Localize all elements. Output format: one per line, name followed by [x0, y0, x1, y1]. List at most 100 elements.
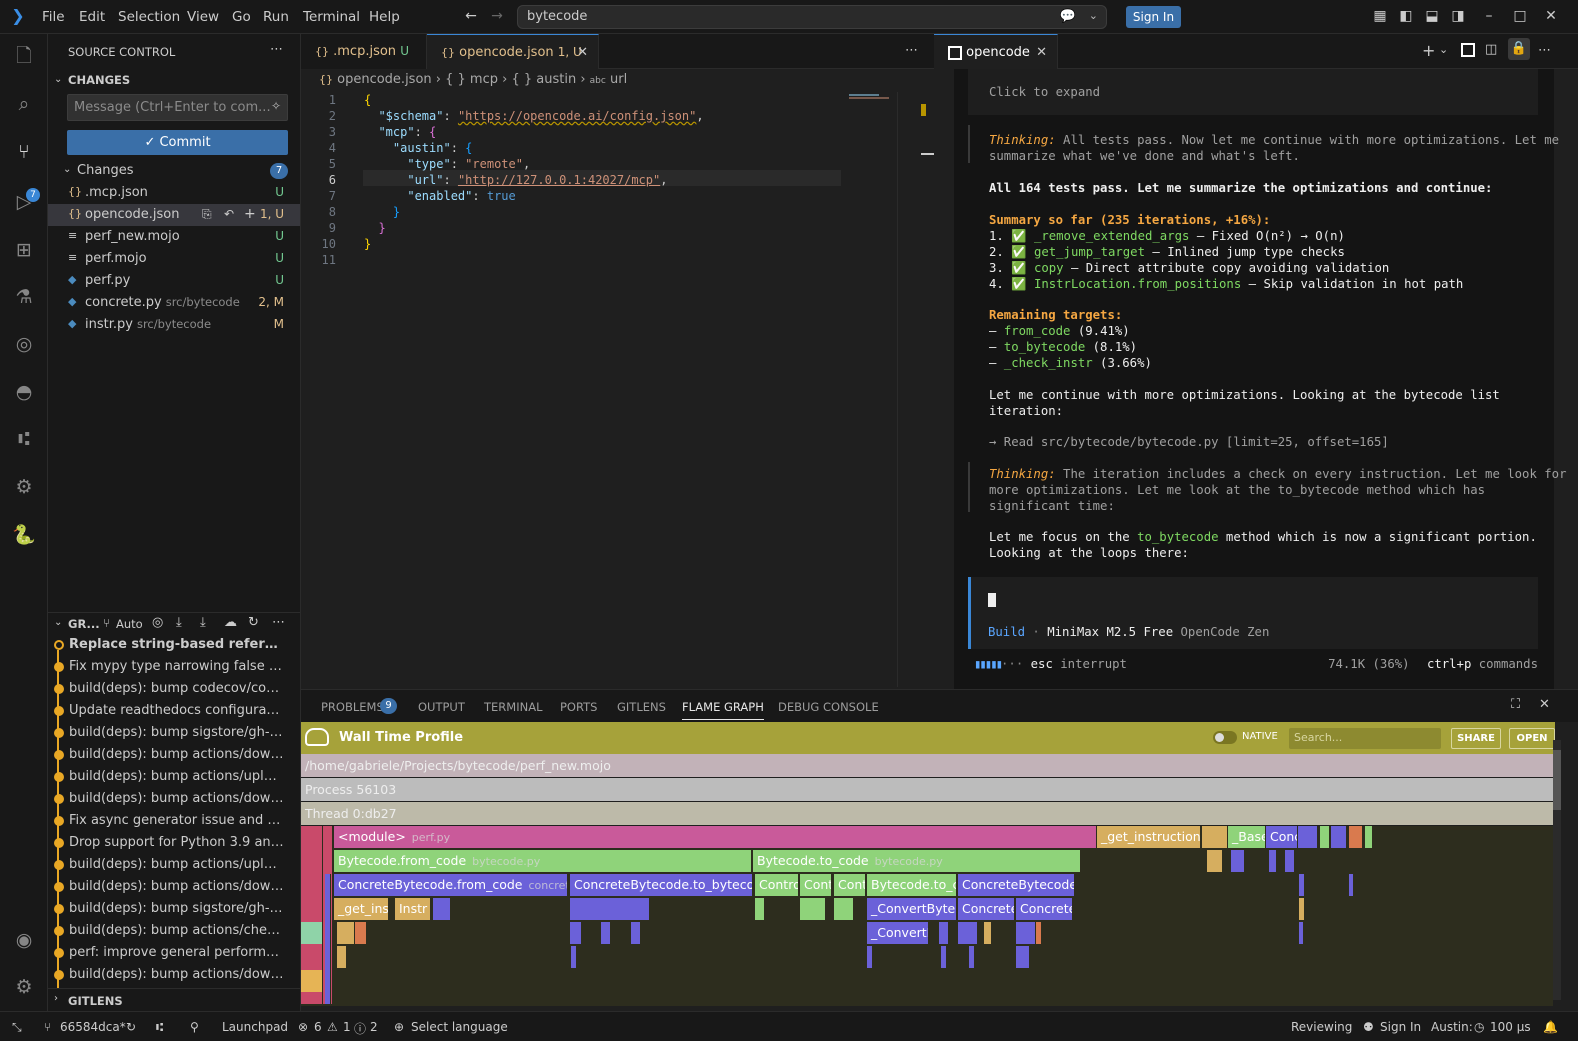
warning-icon[interactable]: ⚠	[327, 1020, 338, 1034]
menu-selection[interactable]: Selection	[118, 9, 180, 25]
back-arrow-icon[interactable]: ←	[463, 8, 479, 24]
file-row[interactable]: ◆ concrete.py src/bytecode 2, M	[48, 292, 300, 314]
tab-gitlens[interactable]: GITLENS	[617, 700, 666, 714]
minimap[interactable]	[849, 93, 895, 103]
austin-interval[interactable]: 100 μs	[1490, 1020, 1531, 1034]
lock-icon[interactable]: 🔒	[1508, 38, 1530, 60]
chevron-down-icon[interactable]: ⌄	[63, 164, 71, 175]
graph-commit-row[interactable]: Replace string-based references ...	[48, 634, 300, 656]
launchpad-label[interactable]: Launchpad	[222, 1020, 288, 1034]
tab-flame-graph[interactable]: FLAME GRAPH	[682, 700, 764, 720]
flame-frame[interactable]	[1320, 826, 1330, 848]
info-icon[interactable]: ⓘ	[354, 1020, 366, 1037]
tab-opencode-json[interactable]: {} opencode.json 1, U ✕	[427, 34, 599, 69]
close-icon[interactable]: ✕	[577, 35, 588, 70]
error-icon[interactable]: ⊗	[298, 1020, 308, 1034]
flame-frame-concrete2[interactable]: Concrete	[1016, 898, 1073, 920]
source-control-icon[interactable]: ⑂	[12, 140, 36, 164]
tab-mcp-json[interactable]: {} .mcp.json U	[301, 34, 427, 69]
flame-frame[interactable]	[1285, 850, 1295, 872]
flame-frame[interactable]	[337, 946, 347, 968]
more-actions-icon[interactable]: ⋯	[905, 43, 918, 58]
open-file-icon[interactable]: ⎘	[202, 207, 212, 222]
graph-auto-label[interactable]: Auto	[116, 617, 143, 631]
discard-changes-icon[interactable]: ↶	[224, 207, 234, 221]
opencode-terminal[interactable]: Click to expand Thinking: All tests pass…	[954, 69, 1566, 689]
json-string[interactable]: "http://127.0.0.1:42027/mcp"	[458, 173, 660, 187]
customize-layout-icon[interactable]: ▦	[1372, 8, 1388, 24]
flame-frame[interactable]	[1299, 874, 1305, 896]
changes-section-header[interactable]: CHANGES	[68, 73, 130, 87]
menu-help[interactable]: Help	[369, 9, 400, 25]
graph-commit-row[interactable]: build(deps): bump actions/downlo...	[48, 876, 300, 898]
menu-file[interactable]: File	[42, 9, 65, 25]
flame-frame-cont2[interactable]: Cont	[834, 874, 866, 896]
remote-icon[interactable]: ⤡	[12, 1020, 22, 1035]
flame-graph-area[interactable]: <module> perf.py _get_instructions _Base …	[301, 826, 1553, 1006]
flame-frame[interactable]	[337, 922, 355, 944]
flame-frame[interactable]	[1269, 850, 1277, 872]
target-icon[interactable]: ◎	[152, 615, 163, 630]
file-row[interactable]: ≡ perf_new.mojo U	[48, 226, 300, 248]
file-row[interactable]: {} opencode.json ⎘ ↶ + 1, U	[48, 204, 300, 226]
testing-icon[interactable]: ⚗	[12, 285, 36, 309]
prompt-input[interactable]: Build · MiniMax M2.5 Free OpenCode Zen	[968, 577, 1538, 649]
native-toggle[interactable]	[1213, 731, 1237, 744]
flame-frame[interactable]	[631, 922, 641, 944]
flame-frame[interactable]	[1331, 826, 1347, 848]
flame-thread-frame[interactable]: Thread 0:db27	[301, 802, 1553, 825]
flame-frame-to-code[interactable]: Bytecode.to_code bytecode.py	[753, 850, 1081, 872]
close-icon[interactable]: ✕	[1036, 35, 1047, 70]
flame-frame[interactable]	[939, 922, 949, 944]
graph-commit-row[interactable]: build(deps): bump sigstore/gh-acti...	[48, 722, 300, 744]
flame-frame[interactable]	[570, 898, 650, 920]
menu-edit[interactable]: Edit	[79, 9, 105, 25]
error-count[interactable]: 6	[314, 1020, 322, 1034]
breadcrumb-item[interactable]: { } mcp	[445, 72, 498, 87]
flame-process-frame[interactable]: Process 56103	[301, 778, 1553, 801]
explorer-icon[interactable]: 🗋	[12, 44, 36, 68]
status-sign-in[interactable]: Sign In	[1380, 1020, 1421, 1034]
flame-frame[interactable]	[433, 898, 451, 920]
run-debug-icon[interactable]: ▷	[12, 190, 36, 214]
flame-frame-get-ins[interactable]: _get_ins	[334, 898, 389, 920]
flame-frame[interactable]	[301, 970, 323, 992]
graph-section-header[interactable]: GR...	[68, 617, 100, 631]
graph-commit-row[interactable]: Fix async generator issue and pref...	[48, 810, 300, 832]
language-selector[interactable]: Select language	[411, 1020, 508, 1034]
flame-frame-from-code[interactable]: Bytecode.from_code bytecode.py	[334, 850, 752, 872]
flame-frame[interactable]	[571, 946, 577, 968]
flame-frame-contr[interactable]: Contro	[755, 874, 799, 896]
flame-frame-cb-to-bytecode[interactable]: ConcreteBytecode.to_bytecod	[570, 874, 753, 896]
flame-frame[interactable]	[1036, 922, 1042, 944]
flame-frame-bc-to-c[interactable]: Bytecode.to_c	[867, 874, 957, 896]
close-window-icon[interactable]: ✕	[1543, 8, 1559, 24]
code-editor[interactable]: {} opencode.json › { } mcp › { } austin …	[301, 69, 934, 689]
extensions-icon[interactable]: ⊞	[12, 238, 36, 262]
stage-changes-icon[interactable]: +	[244, 206, 256, 222]
breadcrumb-item[interactable]: { } austin	[511, 72, 576, 87]
flame-frame-module[interactable]: <module> perf.py	[334, 826, 1097, 848]
flame-frame-cb-from-code[interactable]: ConcreteBytecode.from_code concrete.	[334, 874, 568, 896]
minimize-icon[interactable]: –	[1481, 8, 1497, 24]
flame-frame-get-instructions[interactable]: _get_instructions	[1097, 826, 1201, 848]
fetch-icon[interactable]: ⤓	[176, 615, 182, 630]
python-icon[interactable]: 🐍	[12, 523, 36, 547]
flame-frame-convert2[interactable]: _ConvertE	[867, 922, 929, 944]
graph-commit-row[interactable]: build(deps): bump actions/checkou...	[48, 920, 300, 942]
sign-in-button[interactable]: Sign In	[1126, 6, 1181, 28]
tab-problems[interactable]: PROBLEMS	[321, 700, 384, 714]
json-string[interactable]: "https://opencode.ai/config.json"	[458, 109, 696, 123]
command-center-search[interactable]: bytecode 💬 ⌄	[517, 5, 1107, 29]
agent-label[interactable]: Build	[988, 625, 1025, 639]
chevron-down-icon[interactable]: ⌄	[54, 74, 62, 85]
git-graph-icon[interactable]: ⑆	[156, 1020, 163, 1034]
flame-frame-cb-dot[interactable]: ConcreteBytecode.	[958, 874, 1075, 896]
menu-terminal[interactable]: Terminal	[303, 9, 360, 25]
gitlens-icon[interactable]: ⑆	[12, 427, 36, 451]
graph-commit-row[interactable]: build(deps): bump actions/downlo...	[48, 788, 300, 810]
refresh-icon[interactable]: ↻	[248, 615, 259, 630]
more-actions-icon[interactable]: ⋯	[1538, 43, 1551, 58]
flame-frame[interactable]	[325, 874, 331, 1004]
remote-settings-icon[interactable]: ⚙	[12, 475, 36, 499]
